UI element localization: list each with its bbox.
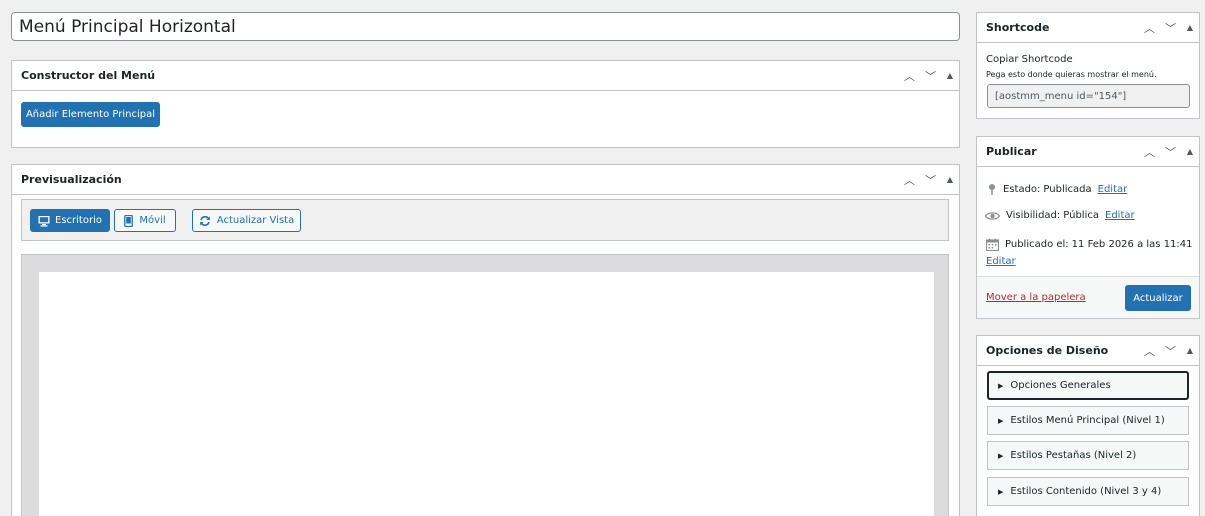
shortcode-hint: Pega esto donde quieras mostrar el menú. (986, 70, 1157, 79)
published-value: 11 Feb 2026 a las 11:41 (1071, 239, 1193, 250)
design-options-title: Opciones de Diseño (986, 344, 1109, 357)
refresh-view-button[interactable]: Actualizar Vista (192, 209, 301, 232)
calendar-icon (986, 238, 999, 251)
menu-builder-box: Constructor del Menú ︿ ﹀ ▲ Añadir Elemen… (11, 60, 960, 148)
edit-visibility-link[interactable]: Editar (1105, 210, 1135, 221)
accordion-content-styles[interactable]: ▶ Estilos Contenido (Nivel 3 y 4) (987, 477, 1189, 506)
shortcode-title: Shortcode (986, 21, 1050, 34)
status-row: Estado: Publicada Editar (987, 183, 1127, 196)
edit-published-link[interactable]: Editar (986, 256, 1016, 267)
publish-header: Publicar ︿ ﹀ ▲ (977, 137, 1199, 167)
accordion-label: Estilos Pestañas (Nivel 2) (1010, 450, 1137, 461)
preview-toolbar: Escritorio Móvil Actualizar Vista (21, 199, 949, 241)
visibility-row: Visibilidad: Pública Editar (985, 210, 1135, 221)
chevron-up-icon[interactable]: ︿ (899, 61, 920, 91)
published-row: Publicado el: 11 Feb 2026 a las 11:41 (986, 238, 1193, 251)
status-label: Estado: (1003, 184, 1041, 195)
publish-actions: Mover a la papelera Actualizar (977, 276, 1199, 318)
chevron-down-icon[interactable]: ﹀ (920, 165, 941, 195)
triangle-up-icon[interactable]: ▲ (941, 61, 959, 91)
chevron-down-icon[interactable]: ﹀ (920, 61, 941, 91)
desktop-view-button[interactable]: Escritorio (30, 209, 110, 232)
design-options-header: Opciones de Diseño ︿ ﹀ ▲ (977, 336, 1199, 366)
shortcode-header: Shortcode ︿ ﹀ ▲ (977, 13, 1199, 43)
mobile-view-button[interactable]: Móvil (114, 209, 176, 232)
accordion-tab-styles[interactable]: ▶ Estilos Pestañas (Nivel 2) (987, 441, 1189, 470)
preview-box: Previsualización ︿ ﹀ ▲ Escritorio Móvil … (11, 164, 960, 516)
publish-title: Publicar (986, 145, 1037, 158)
preview-frame (21, 254, 949, 516)
menu-builder-header: Constructor del Menú ︿ ﹀ ▲ (12, 61, 959, 91)
add-main-item-button[interactable]: Añadir Elemento Principal (21, 102, 160, 127)
accordion-label: Opciones Generales (1010, 380, 1111, 391)
update-button[interactable]: Actualizar (1125, 285, 1191, 311)
eye-icon (985, 211, 1000, 220)
visibility-label: Visibilidad: (1006, 210, 1061, 221)
triangle-right-icon: ▶ (998, 451, 1004, 460)
chevron-up-icon[interactable]: ︿ (1139, 13, 1160, 43)
chevron-down-icon[interactable]: ﹀ (1160, 137, 1181, 167)
design-options-box: Opciones de Diseño ︿ ﹀ ▲ ▶ Opciones Gene… (976, 335, 1200, 516)
title-input[interactable] (11, 12, 960, 41)
triangle-up-icon[interactable]: ▲ (1181, 13, 1199, 43)
move-to-trash-link[interactable]: Mover a la papelera (986, 292, 1086, 303)
publish-box: Publicar ︿ ﹀ ▲ Estado: Publicada Editar … (976, 136, 1200, 319)
accordion-label: Estilos Menú Principal (Nivel 1) (1010, 415, 1165, 426)
pin-icon (989, 184, 995, 195)
chevron-up-icon[interactable]: ︿ (1139, 336, 1160, 366)
chevron-down-icon[interactable]: ﹀ (1160, 336, 1181, 366)
accordion-main-menu-styles[interactable]: ▶ Estilos Menú Principal (Nivel 1) (987, 406, 1189, 435)
refresh-view-label: Actualizar Vista (216, 215, 295, 226)
menu-builder-title: Constructor del Menú (21, 69, 156, 82)
preview-canvas (39, 272, 934, 516)
visibility-value: Pública (1063, 210, 1099, 221)
triangle-right-icon: ▶ (998, 381, 1004, 390)
triangle-up-icon[interactable]: ▲ (1181, 137, 1199, 167)
edit-status-link[interactable]: Editar (1098, 184, 1128, 195)
chevron-up-icon[interactable]: ︿ (899, 165, 920, 195)
smartphone-icon (124, 214, 134, 227)
published-label: Publicado el: (1005, 239, 1069, 250)
preview-title: Previsualización (21, 173, 122, 186)
triangle-right-icon: ▶ (998, 487, 1004, 496)
triangle-up-icon[interactable]: ▲ (1181, 336, 1199, 366)
shortcode-copy-label: Copiar Shortcode (986, 54, 1073, 65)
chevron-up-icon[interactable]: ︿ (1139, 137, 1160, 167)
mobile-view-label: Móvil (139, 215, 166, 226)
accordion-label: Estilos Contenido (Nivel 3 y 4) (1010, 486, 1162, 497)
accordion-general-options[interactable]: ▶ Opciones Generales (987, 371, 1189, 400)
shortcode-field[interactable] (987, 84, 1190, 108)
desktop-view-label: Escritorio (55, 215, 102, 226)
status-value: Publicada (1043, 184, 1092, 195)
triangle-up-icon[interactable]: ▲ (941, 165, 959, 195)
update-icon (199, 215, 210, 226)
desktop-icon (38, 215, 50, 226)
triangle-right-icon: ▶ (998, 416, 1004, 425)
chevron-down-icon[interactable]: ﹀ (1160, 13, 1181, 43)
shortcode-box: Shortcode ︿ ﹀ ▲ Copiar Shortcode Pega es… (976, 12, 1200, 119)
preview-header: Previsualización ︿ ﹀ ▲ (12, 165, 959, 195)
